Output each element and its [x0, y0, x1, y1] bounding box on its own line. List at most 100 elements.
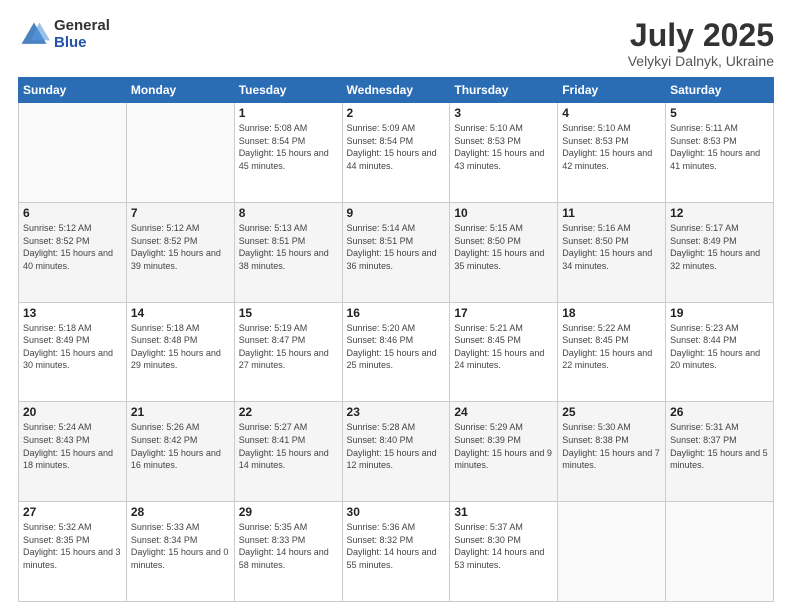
header-tuesday: Tuesday [234, 78, 342, 103]
day-number: 29 [239, 505, 338, 519]
day-info: Sunrise: 5:18 AMSunset: 8:49 PMDaylight:… [23, 322, 122, 372]
day-info: Sunrise: 5:12 AMSunset: 8:52 PMDaylight:… [23, 222, 122, 272]
header-sunday: Sunday [19, 78, 127, 103]
day-number: 3 [454, 106, 553, 120]
calendar-week-row: 27 Sunrise: 5:32 AMSunset: 8:35 PMDayligh… [19, 502, 774, 602]
day-info: Sunrise: 5:37 AMSunset: 8:30 PMDaylight:… [454, 521, 553, 571]
table-row: 27 Sunrise: 5:32 AMSunset: 8:35 PMDayligh… [19, 502, 127, 602]
table-row: 9 Sunrise: 5:14 AMSunset: 8:51 PMDaylight… [342, 202, 450, 302]
day-info: Sunrise: 5:13 AMSunset: 8:51 PMDaylight:… [239, 222, 338, 272]
day-number: 19 [670, 306, 769, 320]
table-row [558, 502, 666, 602]
table-row: 29 Sunrise: 5:35 AMSunset: 8:33 PMDayligh… [234, 502, 342, 602]
header-thursday: Thursday [450, 78, 558, 103]
header-monday: Monday [126, 78, 234, 103]
table-row: 8 Sunrise: 5:13 AMSunset: 8:51 PMDaylight… [234, 202, 342, 302]
table-row [126, 103, 234, 203]
calendar-header-row: Sunday Monday Tuesday Wednesday Thursday… [19, 78, 774, 103]
title-location: Velykyi Dalnyk, Ukraine [628, 53, 774, 69]
day-number: 28 [131, 505, 230, 519]
day-info: Sunrise: 5:19 AMSunset: 8:47 PMDaylight:… [239, 322, 338, 372]
day-info: Sunrise: 5:10 AMSunset: 8:53 PMDaylight:… [562, 122, 661, 172]
title-block: July 2025 Velykyi Dalnyk, Ukraine [628, 18, 774, 69]
day-info: Sunrise: 5:31 AMSunset: 8:37 PMDaylight:… [670, 421, 769, 471]
day-number: 31 [454, 505, 553, 519]
logo-general-text: General [54, 18, 110, 35]
day-info: Sunrise: 5:20 AMSunset: 8:46 PMDaylight:… [347, 322, 446, 372]
day-info: Sunrise: 5:10 AMSunset: 8:53 PMDaylight:… [454, 122, 553, 172]
day-number: 6 [23, 206, 122, 220]
day-number: 20 [23, 405, 122, 419]
day-info: Sunrise: 5:16 AMSunset: 8:50 PMDaylight:… [562, 222, 661, 272]
day-number: 2 [347, 106, 446, 120]
table-row: 1 Sunrise: 5:08 AMSunset: 8:54 PMDaylight… [234, 103, 342, 203]
table-row: 10 Sunrise: 5:15 AMSunset: 8:50 PMDayligh… [450, 202, 558, 302]
day-number: 25 [562, 405, 661, 419]
day-info: Sunrise: 5:17 AMSunset: 8:49 PMDaylight:… [670, 222, 769, 272]
day-info: Sunrise: 5:23 AMSunset: 8:44 PMDaylight:… [670, 322, 769, 372]
table-row: 3 Sunrise: 5:10 AMSunset: 8:53 PMDaylight… [450, 103, 558, 203]
table-row: 22 Sunrise: 5:27 AMSunset: 8:41 PMDayligh… [234, 402, 342, 502]
table-row: 20Sunrise: 5:24 AMSunset: 8:43 PMDayligh… [19, 402, 127, 502]
table-row [666, 502, 774, 602]
day-number: 24 [454, 405, 553, 419]
calendar-week-row: 20Sunrise: 5:24 AMSunset: 8:43 PMDayligh… [19, 402, 774, 502]
day-number: 8 [239, 206, 338, 220]
day-info: Sunrise: 5:15 AMSunset: 8:50 PMDaylight:… [454, 222, 553, 272]
day-number: 4 [562, 106, 661, 120]
day-number: 27 [23, 505, 122, 519]
day-number: 30 [347, 505, 446, 519]
day-number: 21 [131, 405, 230, 419]
table-row: 14 Sunrise: 5:18 AMSunset: 8:48 PMDayligh… [126, 302, 234, 402]
day-info: Sunrise: 5:36 AMSunset: 8:32 PMDaylight:… [347, 521, 446, 571]
day-number: 12 [670, 206, 769, 220]
day-number: 22 [239, 405, 338, 419]
day-info: Sunrise: 5:27 AMSunset: 8:41 PMDaylight:… [239, 421, 338, 471]
day-info: Sunrise: 5:26 AMSunset: 8:42 PMDaylight:… [131, 421, 230, 471]
day-number: 7 [131, 206, 230, 220]
table-row: 12 Sunrise: 5:17 AMSunset: 8:49 PMDayligh… [666, 202, 774, 302]
day-info: Sunrise: 5:21 AMSunset: 8:45 PMDaylight:… [454, 322, 553, 372]
day-info: Sunrise: 5:32 AMSunset: 8:35 PMDaylight:… [23, 521, 122, 571]
day-info: Sunrise: 5:12 AMSunset: 8:52 PMDaylight:… [131, 222, 230, 272]
header-wednesday: Wednesday [342, 78, 450, 103]
day-number: 1 [239, 106, 338, 120]
day-number: 15 [239, 306, 338, 320]
logo: General Blue [18, 18, 110, 51]
day-info: Sunrise: 5:28 AMSunset: 8:40 PMDaylight:… [347, 421, 446, 471]
header-friday: Friday [558, 78, 666, 103]
day-info: Sunrise: 5:18 AMSunset: 8:48 PMDaylight:… [131, 322, 230, 372]
table-row: 30 Sunrise: 5:36 AMSunset: 8:32 PMDayligh… [342, 502, 450, 602]
day-info: Sunrise: 5:09 AMSunset: 8:54 PMDaylight:… [347, 122, 446, 172]
table-row: 19 Sunrise: 5:23 AMSunset: 8:44 PMDayligh… [666, 302, 774, 402]
day-number: 10 [454, 206, 553, 220]
day-info: Sunrise: 5:14 AMSunset: 8:51 PMDaylight:… [347, 222, 446, 272]
day-number: 16 [347, 306, 446, 320]
logo-text: General Blue [54, 18, 110, 51]
calendar-week-row: 6 Sunrise: 5:12 AMSunset: 8:52 PMDaylight… [19, 202, 774, 302]
table-row: 24 Sunrise: 5:29 AMSunset: 8:39 PMDayligh… [450, 402, 558, 502]
table-row: 21 Sunrise: 5:26 AMSunset: 8:42 PMDayligh… [126, 402, 234, 502]
table-row: 7 Sunrise: 5:12 AMSunset: 8:52 PMDaylight… [126, 202, 234, 302]
page: General Blue July 2025 Velykyi Dalnyk, U… [0, 0, 792, 612]
title-month: July 2025 [628, 18, 774, 53]
day-number: 13 [23, 306, 122, 320]
table-row: 6 Sunrise: 5:12 AMSunset: 8:52 PMDaylight… [19, 202, 127, 302]
table-row: 17Sunrise: 5:21 AMSunset: 8:45 PMDayligh… [450, 302, 558, 402]
day-info: Sunrise: 5:29 AMSunset: 8:39 PMDaylight:… [454, 421, 553, 471]
day-info: Sunrise: 5:08 AMSunset: 8:54 PMDaylight:… [239, 122, 338, 172]
day-number: 9 [347, 206, 446, 220]
table-row: 16 Sunrise: 5:20 AMSunset: 8:46 PMDayligh… [342, 302, 450, 402]
day-number: 14 [131, 306, 230, 320]
table-row: 28 Sunrise: 5:33 AMSunset: 8:34 PMDayligh… [126, 502, 234, 602]
day-info: Sunrise: 5:30 AMSunset: 8:38 PMDaylight:… [562, 421, 661, 471]
header-saturday: Saturday [666, 78, 774, 103]
logo-blue-text: Blue [54, 35, 110, 52]
day-info: Sunrise: 5:33 AMSunset: 8:34 PMDaylight:… [131, 521, 230, 571]
day-number: 11 [562, 206, 661, 220]
table-row: 5Sunrise: 5:11 AMSunset: 8:53 PMDaylight… [666, 103, 774, 203]
table-row: 13 Sunrise: 5:18 AMSunset: 8:49 PMDayligh… [19, 302, 127, 402]
table-row: 18Sunrise: 5:22 AMSunset: 8:45 PMDayligh… [558, 302, 666, 402]
day-info: Sunrise: 5:35 AMSunset: 8:33 PMDaylight:… [239, 521, 338, 571]
calendar-week-row: 13 Sunrise: 5:18 AMSunset: 8:49 PMDayligh… [19, 302, 774, 402]
